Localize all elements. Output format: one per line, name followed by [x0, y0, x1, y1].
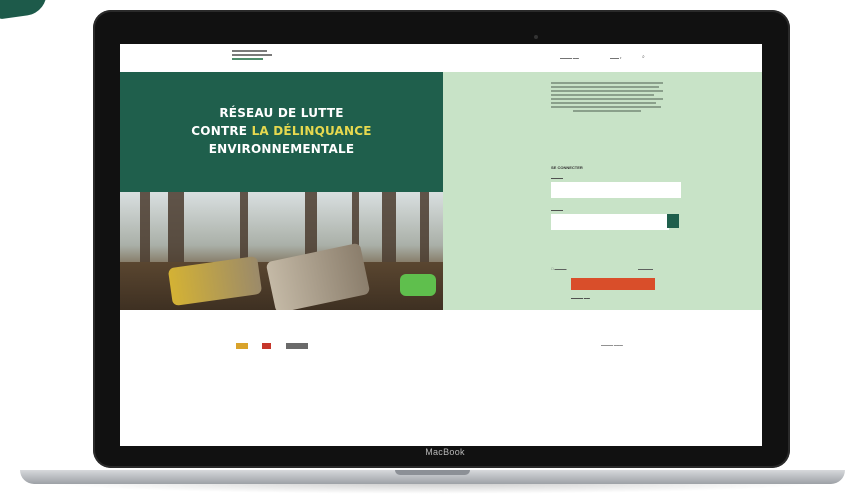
laptop-screen: ▬▬▬▬ ▬▬ ▬▬▬ ▾ ⌕ RÉSEAU DE LUTTE CONTRE L… — [120, 44, 762, 446]
email-label: ▬▬▬▬ — [551, 176, 563, 180]
legal-link[interactable]: ▬▬▬▬ ▬▬▬ — [601, 343, 623, 347]
laptop-brand-label: MacBook — [425, 447, 465, 457]
hero-banner: RÉSEAU DE LUTTE CONTRE LA DÉLINQUANCE EN… — [120, 72, 443, 192]
partner-logo-1[interactable] — [236, 343, 248, 349]
site-header: ▬▬▬▬ ▬▬ ▬▬▬ ▾ ⌕ — [120, 44, 762, 73]
login-panel: SE CONNECTER ▬▬▬▬ ▬▬▬▬ ☐ ▬▬▬▬ ▬▬▬▬▬ ▬▬▬▬… — [443, 72, 762, 310]
nav-link-1[interactable]: ▬▬▬▬ ▬▬ — [560, 56, 579, 60]
password-field[interactable] — [551, 214, 669, 230]
camera-dot — [534, 35, 538, 39]
partner-logo-2[interactable] — [262, 343, 271, 349]
password-label: ▬▬▬▬ — [551, 208, 563, 212]
signup-link[interactable]: ▬▬▬▬ ▬▬ — [571, 296, 590, 300]
nav-link-2[interactable]: ▬▬▬ ▾ — [610, 56, 621, 60]
laptop-base-notch — [395, 470, 470, 475]
email-field[interactable] — [551, 182, 681, 198]
search-icon[interactable]: ⌕ — [642, 54, 645, 60]
forgot-password-link[interactable]: ▬▬▬▬▬ — [638, 267, 653, 271]
site-logo[interactable] — [232, 50, 276, 62]
remember-me-checkbox[interactable]: ☐ ▬▬▬▬ — [551, 267, 567, 271]
login-button[interactable] — [571, 278, 655, 290]
hero-photo-forest-litter — [120, 192, 443, 310]
login-title: SE CONNECTER — [551, 165, 583, 170]
hero-title-line1: RÉSEAU DE LUTTE — [219, 106, 344, 120]
hero-title-line2-prefix: CONTRE — [191, 124, 252, 138]
hero-title-line2: CONTRE LA DÉLINQUANCE — [120, 124, 443, 139]
show-password-button[interactable] — [667, 214, 679, 228]
decorative-leaf-shape — [0, 0, 50, 20]
site-footer: ▬▬▬▬ ▬▬▬ — [120, 310, 762, 446]
partner-logo-3[interactable] — [286, 343, 308, 349]
intro-paragraph — [551, 82, 663, 114]
hero-title-line3: ENVIRONNEMENTALE — [208, 142, 355, 156]
hero-title-line2-accent: LA DÉLINQUANCE — [251, 124, 372, 138]
